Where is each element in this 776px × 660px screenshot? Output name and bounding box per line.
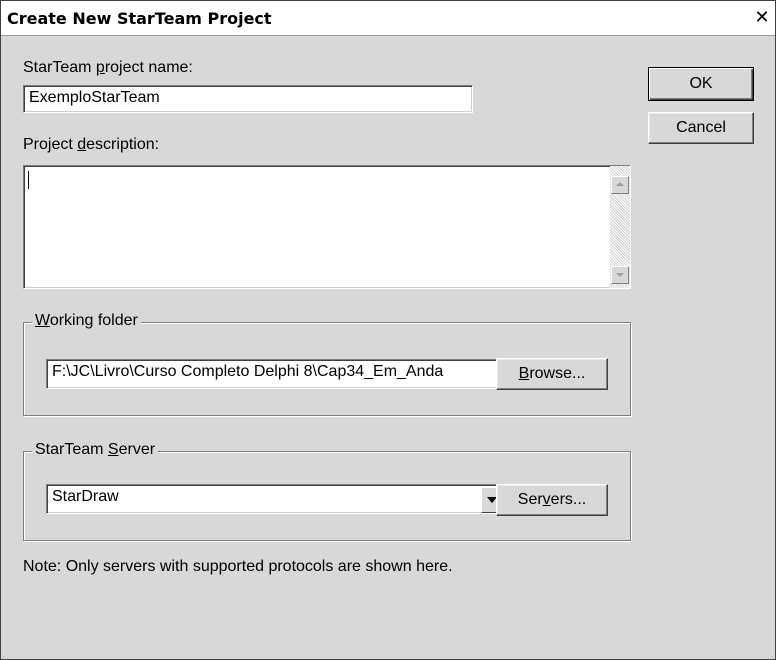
description-textarea[interactable]	[23, 165, 631, 289]
working-folder-legend-suffix: orking folder	[49, 312, 138, 329]
title-bar[interactable]: Create New StarTeam Project ✕	[1, 1, 775, 36]
servers-label-prefix: Ser	[517, 491, 543, 508]
ok-button[interactable]: OK	[648, 67, 754, 101]
working-folder-legend-accel: W	[35, 312, 50, 329]
description-label-prefix: Project	[23, 136, 78, 153]
working-folder-legend: Working folder	[32, 312, 141, 330]
servers-label-accel: v	[542, 491, 551, 508]
dialog-title: Create New StarTeam Project	[7, 9, 272, 28]
browse-label-suffix: rowse...	[529, 365, 586, 382]
project-name-label-prefix: StarTeam	[23, 59, 96, 76]
server-legend-prefix: StarTeam	[35, 441, 108, 458]
project-name-value: ExemploStarTeam	[29, 89, 160, 106]
server-legend-accel: S	[107, 441, 119, 458]
working-folder-value: F:\JC\Livro\Curso Completo Delphi 8\Cap3…	[52, 363, 444, 380]
servers-note: Note: Only servers with supported protoc…	[23, 558, 453, 575]
description-label-accel: d	[77, 136, 87, 153]
working-folder-input[interactable]: F:\JC\Livro\Curso Completo Delphi 8\Cap3…	[46, 359, 508, 389]
project-name-label-accel: p	[95, 59, 105, 76]
project-name-input[interactable]: ExemploStarTeam	[23, 85, 473, 113]
starteam-server-group: StarTeam Server StarDraw Servers...	[23, 441, 631, 541]
cancel-button[interactable]: Cancel	[648, 112, 754, 144]
project-name-label-suffix: roject name:	[104, 59, 193, 76]
server-selected-value: StarDraw	[52, 488, 119, 505]
browse-label-accel: B	[518, 365, 530, 382]
close-icon[interactable]: ✕	[751, 7, 773, 29]
description-label-suffix: escription:	[86, 136, 160, 153]
description-label: Project description:	[23, 136, 159, 154]
browse-button[interactable]: Browse...	[496, 358, 608, 390]
working-folder-group: Working folder F:\JC\Livro\Curso Complet…	[23, 312, 631, 416]
scroll-down-arrow-icon[interactable]	[611, 266, 629, 284]
server-legend: StarTeam Server	[32, 441, 159, 459]
description-scrollbar[interactable]	[610, 166, 630, 288]
create-project-dialog: Create New StarTeam Project ✕ StarTeam p…	[0, 0, 776, 660]
servers-label-suffix: ers...	[550, 491, 587, 508]
scroll-up-arrow-icon[interactable]	[611, 176, 629, 194]
project-name-label: StarTeam project name:	[23, 59, 193, 77]
server-select[interactable]: StarDraw	[46, 484, 506, 514]
servers-button[interactable]: Servers...	[496, 484, 608, 516]
server-legend-suffix: erver	[118, 441, 156, 458]
text-caret	[28, 171, 29, 189]
